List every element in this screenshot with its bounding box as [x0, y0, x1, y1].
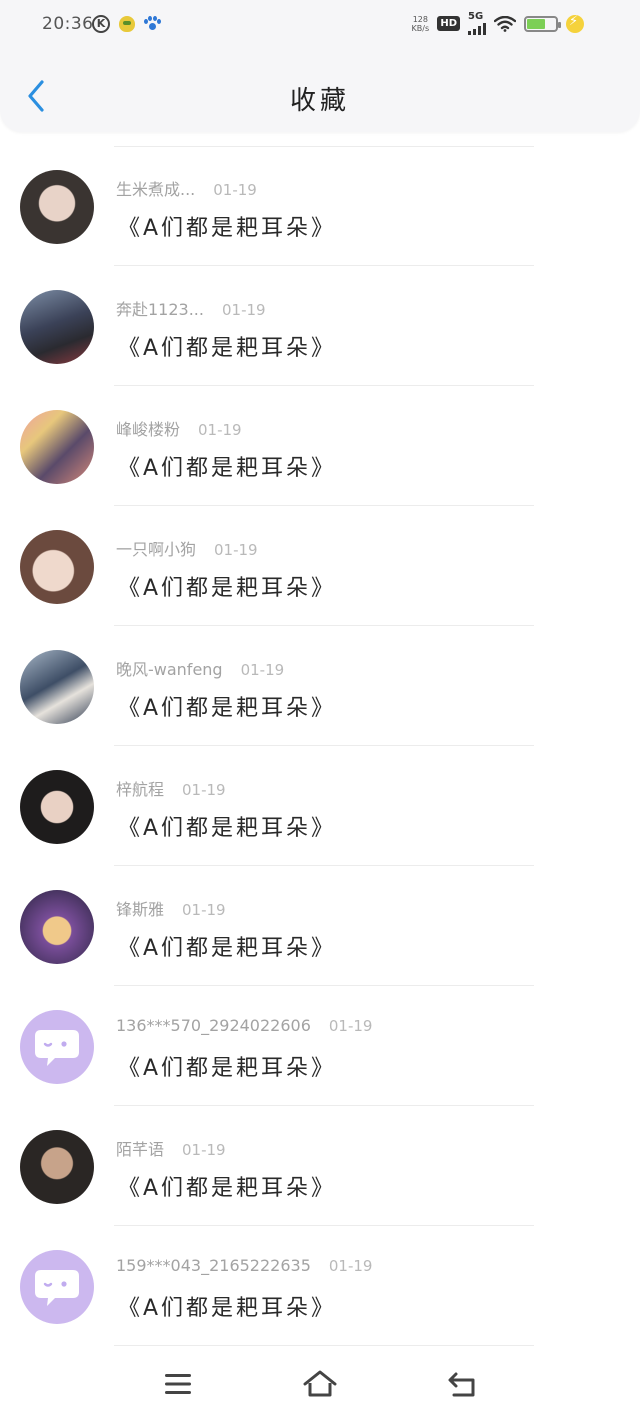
item-title: 《A们都是耙耳朵》 [118, 816, 337, 841]
avatar[interactable] [20, 170, 94, 244]
item-title: 《A们都是耙耳朵》 [118, 456, 337, 481]
chat-bubble-icon [35, 1030, 79, 1066]
menu-button[interactable] [158, 1366, 198, 1402]
avatar[interactable] [20, 1250, 94, 1324]
battery-fill [527, 18, 545, 29]
hd-badge: HD [437, 16, 460, 31]
username[interactable]: 锋斯雅 [116, 900, 164, 919]
signal-icon: 5G [468, 12, 486, 35]
date: 01-19 [213, 181, 257, 199]
avatar[interactable] [20, 410, 94, 484]
system-nav-bar [0, 1346, 640, 1422]
date: 01-19 [214, 541, 258, 559]
home-icon [303, 1370, 337, 1397]
item-title: 《A们都是耙耳朵》 [118, 696, 337, 721]
item-meta: 梓航程 01-19 [116, 776, 226, 800]
avatar[interactable] [20, 770, 94, 844]
username[interactable]: 陌芊语 [116, 1140, 164, 1159]
net-speed-unit: KB/s [411, 23, 430, 33]
item-meta: 峰峻楼粉 01-19 [116, 416, 242, 440]
avatar[interactable] [20, 1130, 94, 1204]
item-title: 《A们都是耙耳朵》 [118, 216, 337, 241]
item-meta: 一只啊小狗 01-19 [116, 536, 258, 560]
list-item[interactable]: 峰峻楼粉 01-19 《A们都是耙耳朵》 [0, 386, 640, 506]
wifi-icon [494, 15, 516, 32]
status-icons-right: 128 KB/s HD 5G [411, 12, 584, 35]
net-speed: 128 KB/s [411, 14, 430, 33]
date: 01-19 [328, 1257, 373, 1275]
list-item[interactable]: 136***570_2924022606 01-19 《A们都是耙耳朵》 [0, 986, 640, 1106]
item-meta: 陌芊语 01-19 [116, 1136, 226, 1160]
item-meta: 晚风-wanfeng 01-19 [116, 656, 284, 680]
battery-icon [524, 15, 561, 32]
date: 01-19 [240, 661, 285, 679]
avatar[interactable] [20, 530, 94, 604]
username[interactable]: 一只啊小狗 [116, 540, 196, 559]
favorites-list: 生米煮成... 01-19 《A们都是耙耳朵》 奔赴1123... 01-19 《A们都是… [0, 146, 640, 1346]
back-icon [448, 1372, 475, 1397]
list-item[interactable]: 陌芊语 01-19 《A们都是耙耳朵》 [0, 1106, 640, 1226]
avatar[interactable] [20, 1010, 94, 1084]
username[interactable]: 奔赴1123... [116, 300, 204, 319]
net-speed-value: 128 [412, 14, 428, 24]
chat-bubble-icon [35, 1270, 79, 1306]
date: 01-19 [182, 1141, 226, 1159]
list-item[interactable]: 锋斯雅 01-19 《A们都是耙耳朵》 [0, 866, 640, 986]
page-title: 收藏 [289, 86, 350, 116]
list-item[interactable]: 晚风-wanfeng 01-19 《A们都是耙耳朵》 [0, 626, 640, 746]
avatar[interactable] [20, 890, 94, 964]
header: 20:36 K 128 KB/s HD 5G ⚡ 收藏 [0, 0, 640, 132]
item-meta: 奔赴1123... 01-19 [116, 296, 266, 320]
item-meta: 159***043_2165222635 01-19 [116, 1256, 372, 1275]
username[interactable]: 136***570_2924022606 [116, 1016, 311, 1035]
item-title: 《A们都是耙耳朵》 [118, 1296, 337, 1321]
username[interactable]: 生米煮成... [116, 180, 195, 199]
username[interactable]: 梓航程 [116, 780, 164, 799]
item-title: 《A们都是耙耳朵》 [118, 1176, 337, 1201]
item-title: 《A们都是耙耳朵》 [118, 576, 337, 601]
list-item[interactable]: 梓航程 01-19 《A们都是耙耳朵》 [0, 746, 640, 866]
item-meta: 136***570_2924022606 01-19 [116, 1016, 372, 1035]
network-label: 5G [468, 11, 484, 22]
item-title: 《A们都是耙耳朵》 [118, 1056, 337, 1081]
bird-app-icon [119, 16, 135, 32]
date: 01-19 [182, 781, 226, 799]
username[interactable]: 峰峻楼粉 [116, 420, 180, 439]
list-item[interactable]: 159***043_2165222635 01-19 《A们都是耙耳朵》 [0, 1226, 640, 1346]
item-meta: 生米煮成... 01-19 [116, 176, 257, 200]
status-bar: 20:36 K 128 KB/s HD 5G [0, 0, 640, 52]
item-title: 《A们都是耙耳朵》 [118, 936, 337, 961]
list-item[interactable]: 生米煮成... 01-19 《A们都是耙耳朵》 [0, 146, 640, 266]
avatar[interactable] [20, 290, 94, 364]
date: 01-19 [182, 901, 226, 919]
item-meta: 锋斯雅 01-19 [116, 896, 226, 920]
charging-icon [566, 14, 584, 33]
date: 01-19 [198, 421, 242, 439]
date: 01-19 [221, 301, 266, 319]
paw-app-icon [144, 16, 161, 32]
list-item[interactable]: 奔赴1123... 01-19 《A们都是耙耳朵》 [0, 266, 640, 386]
system-back-button[interactable] [442, 1366, 482, 1402]
date: 01-19 [328, 1017, 373, 1035]
k-app-icon: K [92, 15, 110, 33]
nav-bar: 收藏 [0, 60, 640, 132]
status-time: 20:36 [42, 14, 94, 34]
home-button[interactable] [300, 1366, 340, 1402]
list-item[interactable]: 一只啊小狗 01-19 《A们都是耙耳朵》 [0, 506, 640, 626]
avatar[interactable] [20, 650, 94, 724]
username[interactable]: 159***043_2165222635 [116, 1256, 311, 1275]
menu-icon [165, 1374, 191, 1394]
username[interactable]: 晚风-wanfeng [116, 660, 223, 679]
status-icons-left: K [92, 15, 161, 33]
app-root: 20:36 K 128 KB/s HD 5G ⚡ 收藏 生米煮成... 01-1… [0, 0, 640, 1422]
item-title: 《A们都是耙耳朵》 [118, 336, 337, 361]
